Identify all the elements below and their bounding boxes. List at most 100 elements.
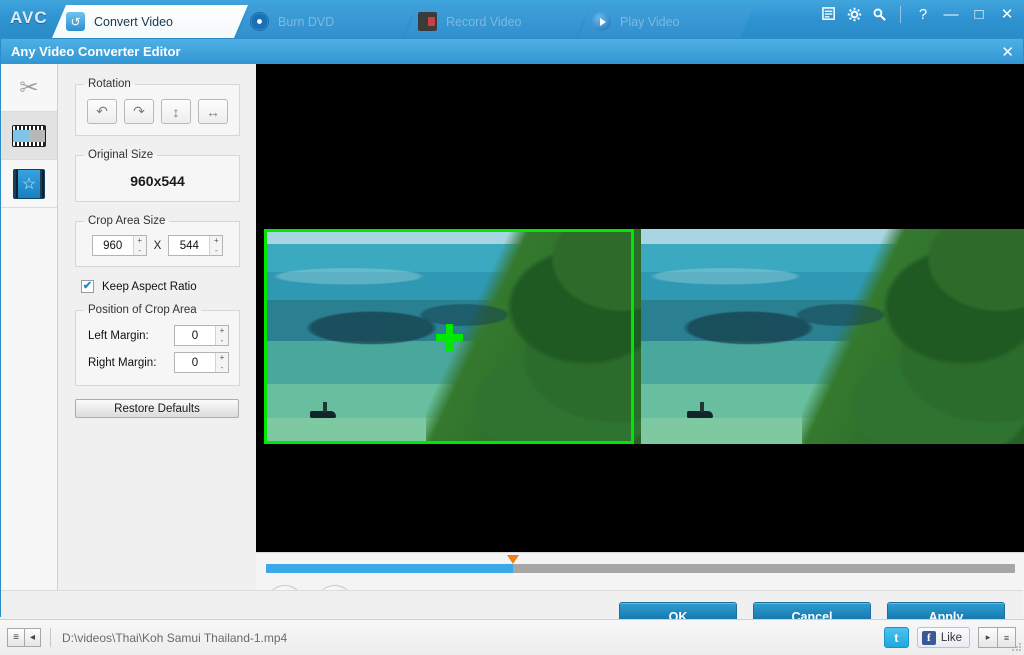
keep-aspect-ratio-row[interactable]: ✔ Keep Aspect Ratio (81, 280, 256, 293)
video-frame-original (641, 229, 1024, 444)
tab-play-video[interactable]: Play Video (578, 5, 754, 38)
rotate-left-button[interactable]: ↶ (87, 99, 117, 124)
window-controls: ? — □ ✕ (822, 6, 1016, 23)
flip-vertical-button[interactable]: ↕ (161, 99, 191, 124)
close-button[interactable]: ✕ (998, 7, 1016, 22)
seek-progress (266, 564, 513, 573)
status-bar: ≡ ◂ D:\videos\Thai\Koh Samui Thailand-1.… (0, 619, 1024, 655)
disc-icon (250, 12, 269, 31)
facebook-like-button[interactable]: f Like (917, 627, 970, 648)
scissors-icon: ✂ (19, 74, 38, 101)
tab-record-video[interactable]: Record Video (404, 5, 590, 38)
expand-arrow-icon[interactable]: ▸ (978, 627, 997, 648)
keep-aspect-ratio-label: Keep Aspect Ratio (102, 281, 197, 293)
application-window: AVC ↺ Convert Video Burn DVD Record Vide… (0, 0, 1024, 655)
tab-label: Play Video (620, 15, 680, 29)
editor-close-icon[interactable]: ✕ (1001, 43, 1014, 61)
rotate-right-button[interactable]: ↷ (124, 99, 154, 124)
status-bar-right: t f Like ▸ ≡ (884, 627, 1016, 648)
maximize-button[interactable]: □ (970, 7, 988, 22)
left-margin-increment[interactable]: + (216, 326, 228, 336)
twitter-icon[interactable]: t (884, 627, 909, 648)
position-legend: Position of Crop Area (84, 304, 201, 316)
settings-panel: Rotation ↶ ↷ ↕ ↔ Original Size 960x544 C… (58, 64, 256, 590)
rail-item-crop[interactable] (1, 112, 57, 160)
seek-bar[interactable] (266, 564, 1015, 573)
main-tab-bar: AVC ↺ Convert Video Burn DVD Record Vide… (0, 0, 1024, 38)
left-margin-arrows[interactable]: + - (215, 326, 228, 345)
crop-width-decrement[interactable]: - (134, 246, 146, 256)
original-size-group: Original Size 960x544 (75, 149, 240, 202)
list-view-icon[interactable]: ≡ (7, 628, 24, 647)
resize-grip[interactable] (1011, 642, 1022, 653)
crop-width-increment[interactable]: + (134, 236, 146, 246)
right-margin-stepper[interactable]: + - (174, 352, 229, 373)
left-margin-stepper[interactable]: + - (174, 325, 229, 346)
video-preview-area[interactable] (256, 64, 1024, 552)
tab-burn-dvd[interactable]: Burn DVD (236, 5, 416, 38)
facebook-like-label: Like (941, 632, 962, 644)
avc-logo: AVC (10, 8, 48, 28)
position-of-crop-area-group: Position of Crop Area Left Margin: + - R (75, 304, 240, 386)
crop-width-input[interactable] (93, 236, 133, 255)
facebook-icon: f (922, 631, 936, 645)
rail-item-clip[interactable]: ✂ (1, 64, 57, 112)
editor-body: ✂ ☆ Rotation ↶ ↷ ↕ ↔ (1, 64, 1023, 618)
tab-label: Record Video (446, 15, 522, 29)
crop-width-arrows[interactable]: + - (133, 236, 146, 255)
original-size-legend: Original Size (84, 149, 157, 161)
file-path-text: D:\videos\Thai\Koh Samui Thailand-1.mp4 (62, 631, 287, 645)
gear-icon[interactable] (847, 7, 862, 22)
right-margin-arrows[interactable]: + - (215, 353, 228, 372)
keep-aspect-ratio-checkbox[interactable]: ✔ (81, 280, 94, 293)
editor-dialog: Any Video Converter Editor ✕ ✂ ☆ Rotatio… (0, 38, 1024, 617)
editor-title: Any Video Converter Editor (11, 44, 181, 59)
seek-track[interactable] (266, 564, 1015, 573)
restore-defaults-button[interactable]: Restore Defaults (75, 399, 239, 418)
crop-width-stepper[interactable]: + - (92, 235, 147, 256)
crop-height-stepper[interactable]: + - (168, 235, 223, 256)
crop-height-input[interactable] (169, 236, 209, 255)
right-margin-decrement[interactable]: - (216, 363, 228, 373)
crop-height-increment[interactable]: + (210, 236, 222, 246)
rotation-buttons: ↶ ↷ ↕ ↔ (84, 96, 231, 126)
right-margin-input[interactable] (175, 353, 215, 372)
crop-height-decrement[interactable]: - (210, 246, 222, 256)
flip-horizontal-button[interactable]: ↔ (198, 99, 228, 124)
right-margin-label: Right Margin: (88, 357, 156, 369)
editor-title-bar: Any Video Converter Editor ✕ (1, 39, 1023, 64)
help-icon[interactable]: ? (914, 7, 932, 22)
status-divider (50, 628, 51, 647)
tab-convert-video[interactable]: ↺ Convert Video (52, 5, 248, 38)
search-icon[interactable] (872, 7, 887, 22)
crop-area-size-legend: Crop Area Size (84, 215, 169, 227)
convert-icon: ↺ (66, 12, 85, 31)
tab-label: Convert Video (94, 15, 173, 29)
boat-detail (687, 411, 713, 418)
tab-label: Burn DVD (278, 15, 334, 29)
crop-size-row: + - X + - (84, 233, 231, 257)
camera-icon (418, 12, 437, 31)
star-film-icon: ☆ (13, 169, 45, 199)
rotation-legend: Rotation (84, 78, 135, 90)
left-margin-row: Left Margin: + - (84, 322, 231, 349)
rotation-group: Rotation ↶ ↷ ↕ ↔ (75, 78, 240, 136)
right-margin-increment[interactable]: + (216, 353, 228, 363)
left-margin-decrement[interactable]: - (216, 336, 228, 346)
list-icon[interactable] (822, 7, 837, 22)
crop-selection-box[interactable] (264, 229, 634, 444)
left-margin-input[interactable] (175, 326, 215, 345)
rail-item-effect[interactable]: ☆ (1, 160, 57, 208)
left-margin-label: Left Margin: (88, 330, 149, 342)
right-margin-row: Right Margin: + - (84, 349, 231, 376)
size-separator: X (154, 240, 162, 252)
collapse-arrow-icon[interactable]: ◂ (24, 628, 41, 647)
original-size-value: 960x544 (84, 167, 231, 192)
minimize-button[interactable]: — (942, 7, 960, 22)
sidebar-toggle-group[interactable]: ≡ ◂ (7, 628, 41, 647)
toolbar-divider (900, 6, 901, 23)
seek-marker-icon[interactable] (507, 555, 519, 564)
crop-height-arrows[interactable]: + - (209, 236, 222, 255)
play-circle-icon (592, 12, 611, 31)
tool-rail: ✂ ☆ (1, 64, 58, 590)
